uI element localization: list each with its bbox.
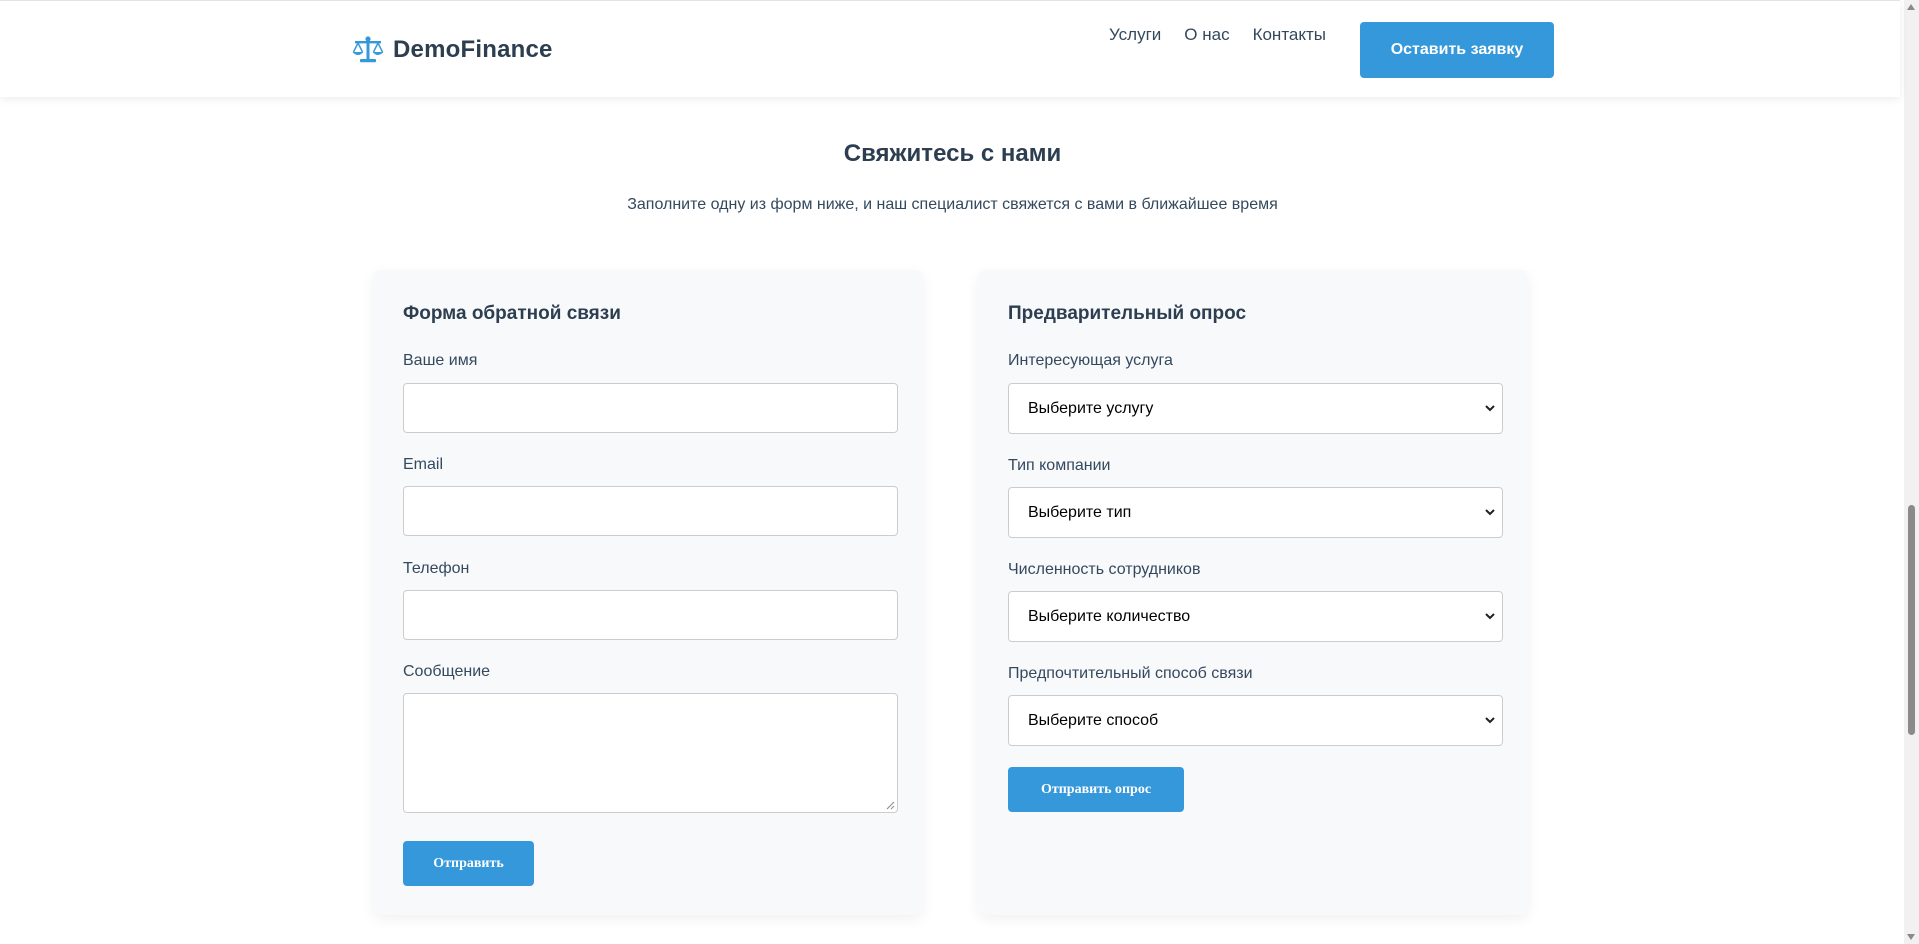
balance-scale-icon (352, 36, 384, 63)
message-label: Сообщение (403, 663, 491, 680)
contact-method-label: Предпочтительный способ связи (1008, 665, 1253, 682)
page-scrollbar[interactable] (1904, 0, 1919, 944)
chevron-down-icon (1485, 509, 1495, 516)
resize-grip-icon[interactable] (886, 801, 895, 810)
scroll-down-arrow-icon[interactable] (1907, 934, 1915, 940)
service-select-value: Выберите услугу (1028, 399, 1154, 417)
nav-link-contacts[interactable]: Контакты (1253, 25, 1326, 45)
phone-label: Телефон (403, 560, 470, 577)
company-type-select[interactable]: Выберите тип (1008, 487, 1503, 538)
service-label: Интересующая услуга (1008, 352, 1173, 369)
employees-label: Численность сотрудников (1008, 561, 1201, 578)
chevron-down-icon (1485, 613, 1495, 620)
message-textarea[interactable] (403, 693, 898, 813)
leave-request-button[interactable]: Оставить заявку (1360, 22, 1554, 78)
contact-method-select-value: Выберите способ (1028, 711, 1159, 729)
section-subtitle: Заполните одну из форм ниже, и наш специ… (627, 196, 1278, 213)
survey-form-title: Предварительный опрос (1008, 303, 1247, 324)
feedback-form-card: Форма обратной связи Ваше имя Email Теле… (373, 270, 923, 915)
nav-link-services[interactable]: Услуги (1109, 25, 1161, 45)
scroll-up-arrow-icon[interactable] (1907, 4, 1915, 10)
phone-field[interactable] (403, 590, 898, 640)
feedback-form-title: Форма обратной связи (403, 303, 621, 324)
survey-form-card: Предварительный опрос Интересующая услуг… (978, 270, 1528, 915)
chevron-down-icon (1485, 717, 1495, 724)
submit-feedback-button[interactable]: Отправить (403, 841, 534, 886)
employees-select-value: Выберите количество (1028, 607, 1191, 625)
scroll-thumb[interactable] (1908, 505, 1915, 735)
company-type-select-value: Выберите тип (1028, 503, 1132, 521)
contact-method-select[interactable]: Выберите способ (1008, 695, 1503, 746)
service-select[interactable]: Выберите услугу (1008, 383, 1503, 434)
email-label: Email (403, 456, 444, 473)
company-type-label: Тип компании (1008, 457, 1111, 474)
name-field[interactable] (403, 383, 898, 433)
main-nav: Услуги О нас Контакты (1109, 25, 1349, 45)
name-label: Ваше имя (403, 352, 478, 369)
page: DemoFinance Услуги О нас Контакты Остави… (0, 0, 1919, 944)
nav-link-about[interactable]: О нас (1184, 25, 1229, 45)
section-title: Свяжитесь с нами (843, 140, 1062, 167)
logo-text: DemoFinance (393, 36, 553, 63)
employees-select[interactable]: Выберите количество (1008, 591, 1503, 642)
logo[interactable]: DemoFinance (351, 35, 553, 65)
email-field[interactable] (403, 486, 898, 536)
site-header: DemoFinance Услуги О нас Контакты Остави… (0, 0, 1900, 97)
submit-survey-button[interactable]: Отправить опрос (1008, 767, 1184, 812)
chevron-down-icon (1485, 405, 1495, 412)
